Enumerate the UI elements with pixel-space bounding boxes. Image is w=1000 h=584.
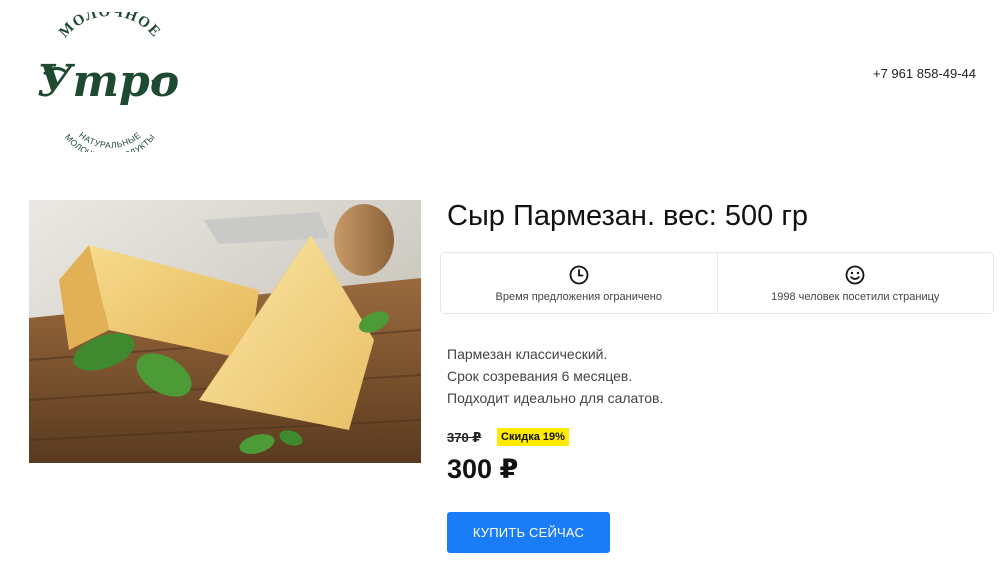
old-price: 370 ₽ — [447, 430, 482, 445]
discount-badge: Скидка 19% — [497, 428, 569, 446]
product-title: Сыр Пармезан. вес: 500 гр — [447, 200, 809, 232]
brand-logo[interactable]: МОЛОЧНОЕ Утро НАТУРАЛЬНЫЕ МОЛОЧНЫЕ ПРОДУ… — [36, 4, 184, 162]
smiley-icon — [845, 265, 865, 284]
description-line: Срок созревания 6 месяцев. — [447, 368, 633, 384]
buy-now-button[interactable]: КУПИТЬ СЕЙЧАС — [447, 512, 610, 553]
product-description: Пармезан классический. Срок созревания 6… — [447, 343, 663, 409]
info-limited-time: Время предложения ограничено — [441, 253, 717, 313]
logo-emblem: МОЛОЧНОЕ Утро НАТУРАЛЬНЫЕ МОЛОЧНЫЕ ПРОДУ… — [37, 4, 179, 162]
product-image — [29, 200, 421, 463]
info-limited-time-text: Время предложения ограничено — [495, 290, 662, 303]
info-visitors-text: 1998 человек посетили страницу — [771, 290, 940, 303]
clock-icon — [569, 265, 589, 284]
info-visitors: 1998 человек посетили страницу — [716, 253, 994, 313]
logo-arc-top: МОЛОЧНОЕ — [56, 4, 162, 41]
description-line: Подходит идеально для салатов. — [447, 390, 664, 406]
phone-number[interactable]: +7 961 858-49-44 — [873, 66, 976, 81]
offer-info-box: Время предложения ограничено 1998 челове… — [440, 252, 994, 314]
current-price: 300 ₽ — [447, 454, 519, 484]
description-line: Пармезан классический. — [447, 346, 608, 362]
logo-script: Утро — [37, 56, 179, 107]
svg-text:МОЛОЧНОЕ: МОЛОЧНОЕ — [56, 12, 164, 41]
parmesan-cheese-photo — [29, 200, 421, 463]
